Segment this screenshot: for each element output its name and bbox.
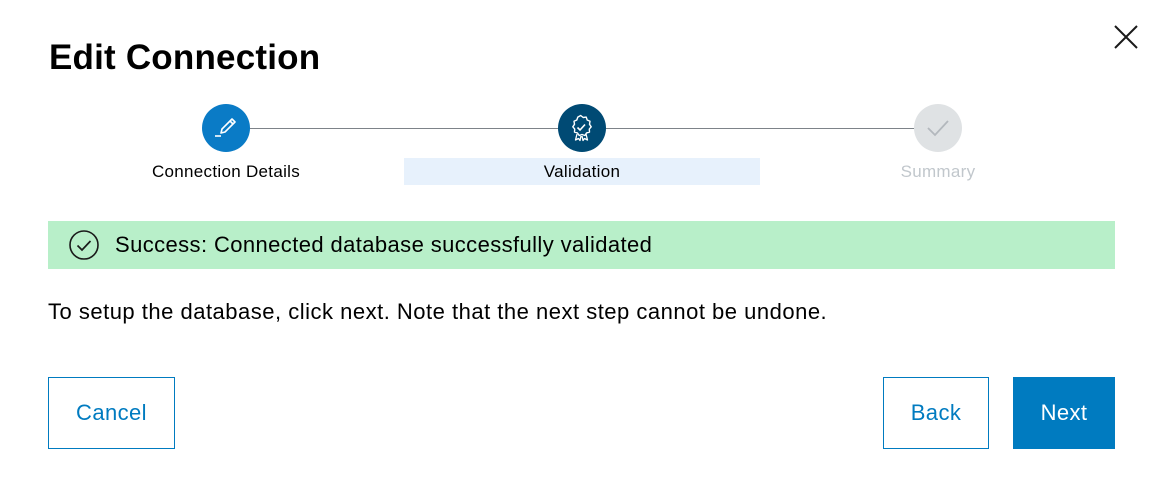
step-circle-pending — [914, 104, 962, 152]
cancel-button[interactable]: Cancel — [48, 377, 175, 449]
step-label: Validation — [404, 158, 760, 185]
pencil-icon — [212, 114, 240, 142]
stepper: Connection Details Validation Summary — [48, 104, 1116, 188]
badge-check-icon — [568, 114, 596, 142]
notification-text: Success: Connected database successfully… — [115, 232, 653, 257]
back-button[interactable]: Back — [883, 377, 989, 449]
step-label: Summary — [900, 162, 976, 181]
checkmark-icon — [924, 114, 952, 142]
step-circle-completed — [202, 104, 250, 152]
edit-connection-dialog: Edit Connection Connection Details Valid… — [0, 0, 1162, 497]
info-text: To setup the database, click next. Note … — [48, 299, 828, 324]
step-validation[interactable]: Validation — [404, 104, 760, 188]
dialog-title: Edit Connection — [49, 38, 321, 77]
close-button[interactable] — [1110, 21, 1142, 53]
step-circle-active — [558, 104, 606, 152]
step-label: Connection Details — [151, 162, 301, 181]
check-circle-icon — [68, 229, 100, 261]
next-button[interactable]: Next — [1013, 377, 1115, 449]
step-summary[interactable]: Summary — [760, 104, 1116, 188]
close-icon — [1110, 21, 1142, 53]
step-connection-details[interactable]: Connection Details — [48, 104, 404, 188]
success-notification: Success: Connected database successfully… — [48, 221, 1115, 269]
